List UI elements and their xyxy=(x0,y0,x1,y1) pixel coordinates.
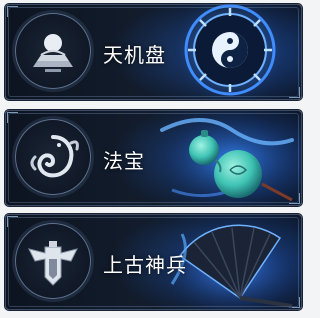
dragon-cloud-icon xyxy=(30,135,79,178)
menu-card-fabao[interactable]: 法宝 xyxy=(5,110,302,206)
emblem-badge xyxy=(15,119,91,195)
menu-card-label: 天机盘 xyxy=(103,43,166,67)
menu-card-label: 上古神兵 xyxy=(103,253,187,277)
taiji-bagua-wheel-illustration xyxy=(170,4,290,100)
emblem-badge xyxy=(15,13,91,89)
menu-card-tianjipan[interactable]: 天机盘 xyxy=(5,4,302,100)
menu-card-label: 法宝 xyxy=(103,149,145,173)
orb-pedestal-icon xyxy=(33,34,73,72)
jade-gourd-illustration xyxy=(152,110,302,206)
menu-card-shanggu-shenbing[interactable]: 上古神兵 xyxy=(5,214,302,310)
emblem-badge xyxy=(15,223,91,299)
menu-list: 天机盘 法宝 上古神兵 xyxy=(0,0,307,318)
winged-armor-icon xyxy=(28,241,78,286)
